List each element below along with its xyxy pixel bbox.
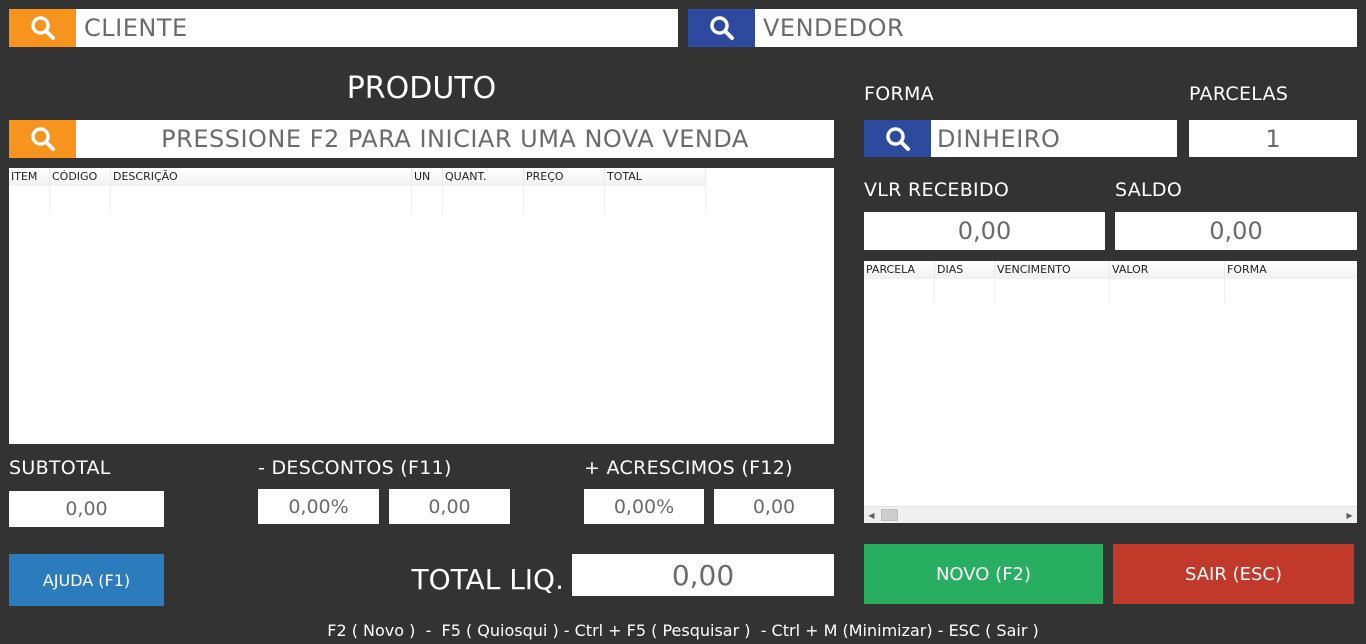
col-vencimento[interactable]: VENCIMENTO	[995, 261, 1110, 279]
horizontal-scrollbar[interactable]: ◀ ▶	[864, 506, 1357, 523]
search-icon	[885, 126, 910, 151]
vlr-recebido-input[interactable]: 0,00	[864, 212, 1105, 250]
forma-search-button[interactable]	[864, 120, 931, 157]
saldo-input[interactable]: 0,00	[1115, 212, 1357, 250]
scroll-right-icon[interactable]: ▶	[1342, 507, 1357, 523]
produto-grid-header: ITEM CÓDIGO DESCRIÇÃO UN QUANT. PREÇO TO…	[9, 168, 706, 186]
produto-title: PRODUTO	[346, 70, 497, 106]
produto-search-input[interactable]: PRESSIONE F2 PARA INICIAR UMA NOVA VENDA	[76, 120, 834, 158]
col-codigo[interactable]: CÓDIGO	[50, 168, 111, 186]
produto-search-button[interactable]	[9, 120, 76, 158]
search-icon	[709, 16, 734, 40]
total-liq-label: TOTAL LIQ.	[411, 563, 564, 596]
cliente-input[interactable]: CLIENTE	[76, 9, 678, 47]
col-forma[interactable]: FORMA	[1225, 261, 1357, 279]
col-preco[interactable]: PREÇO	[524, 168, 605, 186]
vlr-recebido-label: VLR RECEBIDO	[864, 179, 1010, 201]
col-quant[interactable]: QUANT.	[443, 168, 524, 186]
novo-button[interactable]: NOVO (F2)	[864, 544, 1103, 604]
saldo-label: SALDO	[1115, 179, 1183, 201]
parcelas-label: PARCELAS	[1189, 83, 1289, 105]
produto-grid[interactable]: ITEM CÓDIGO DESCRIÇÃO UN QUANT. PREÇO TO…	[9, 168, 834, 444]
cliente-search-button[interactable]	[9, 9, 76, 47]
subtotal-label: SUBTOTAL	[9, 457, 111, 479]
descontos-label: - DESCONTOS (F11)	[258, 457, 452, 479]
descontos-value-input[interactable]: 0,00	[389, 489, 510, 524]
scroll-left-icon[interactable]: ◀	[864, 507, 879, 523]
descontos-percent-input[interactable]: 0,00%	[258, 489, 379, 524]
vendedor-input[interactable]: VENDEDOR	[755, 9, 1357, 47]
col-parcela[interactable]: PARCELA	[864, 261, 935, 279]
col-descricao[interactable]: DESCRIÇÃO	[111, 168, 412, 186]
vendedor-search-button[interactable]	[688, 9, 755, 47]
acrescimos-label: + ACRESCIMOS (F12)	[584, 457, 793, 479]
sair-button[interactable]: SAIR (ESC)	[1113, 544, 1354, 604]
ajuda-button[interactable]: AJUDA (F1)	[9, 554, 164, 606]
forma-input[interactable]: DINHEIRO	[931, 120, 1177, 157]
parcelas-input[interactable]: 1	[1189, 120, 1357, 157]
table-row[interactable]	[864, 279, 1357, 303]
col-total[interactable]: TOTAL	[605, 168, 706, 186]
forma-label: FORMA	[864, 83, 934, 105]
acrescimos-percent-input[interactable]: 0,00%	[584, 489, 704, 524]
parcelas-grid-header: PARCELA DIAS VENCIMENTO VALOR FORMA	[864, 261, 1357, 279]
acrescimos-value-input[interactable]: 0,00	[714, 489, 834, 524]
col-item[interactable]: ITEM	[9, 168, 50, 186]
parcelas-grid[interactable]: PARCELA DIAS VENCIMENTO VALOR FORMA ◀ ▶	[864, 261, 1357, 523]
table-row[interactable]	[9, 186, 706, 214]
search-icon	[30, 127, 55, 151]
col-valor[interactable]: VALOR	[1110, 261, 1225, 279]
total-liq-value: 0,00	[572, 554, 834, 596]
col-dias[interactable]: DIAS	[935, 261, 995, 279]
subtotal-input[interactable]: 0,00	[9, 491, 164, 527]
scrollbar-thumb[interactable]	[881, 509, 898, 521]
col-un[interactable]: UN	[412, 168, 443, 186]
search-icon	[30, 16, 55, 40]
shortcuts-hint: F2 ( Novo ) - F5 ( Quiosqui ) - Ctrl + F…	[327, 621, 1039, 640]
